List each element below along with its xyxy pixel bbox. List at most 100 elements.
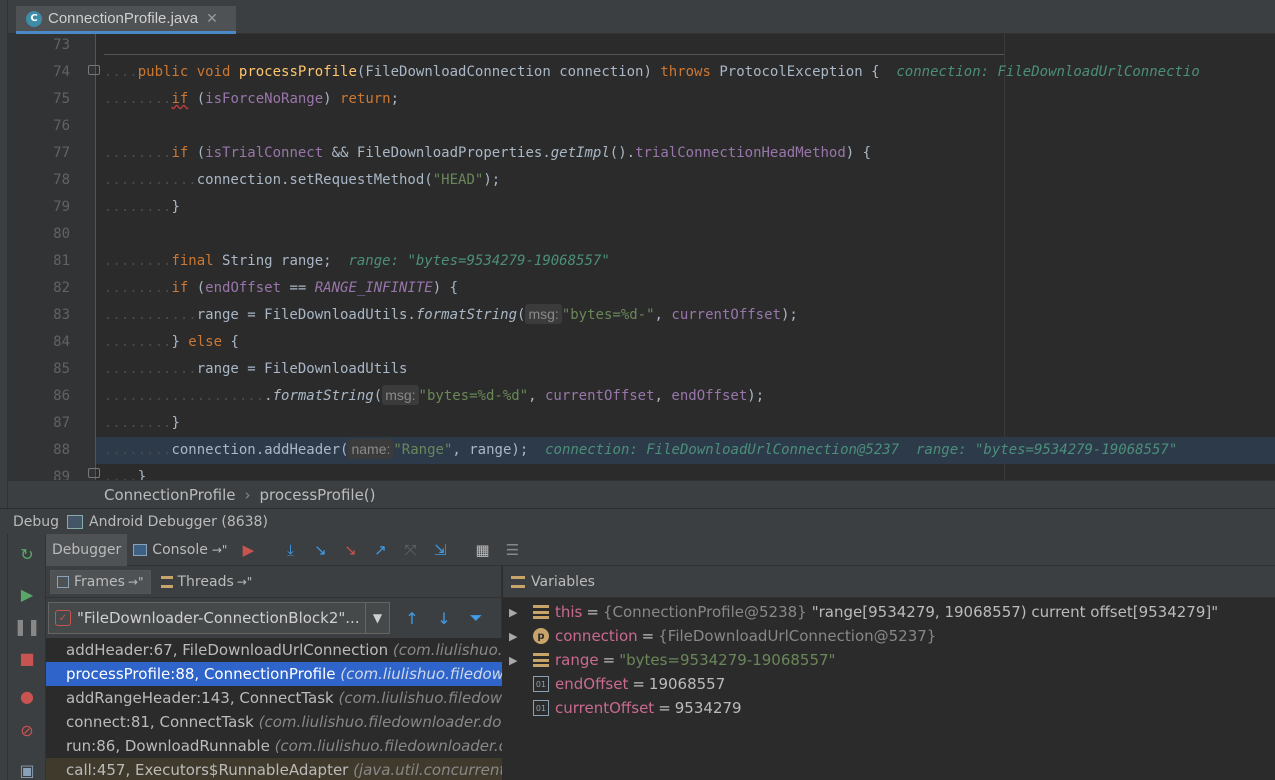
code-line-77: ........if (isTrialConnect && FileDownlo… xyxy=(104,145,872,161)
variables-title: Variables xyxy=(531,573,595,590)
variable-row-this[interactable]: ▶ this = {ConnectionProfile@5238} "range… xyxy=(503,600,1275,624)
code-line-85: ...........range = FileDownloadUtils xyxy=(104,361,408,377)
frames-icon xyxy=(57,575,69,588)
console-icon xyxy=(133,543,148,556)
step-out-icon[interactable]: ↗ xyxy=(369,539,391,561)
object-icon xyxy=(533,653,549,667)
get-thread-dump-icon[interactable]: ▣ xyxy=(17,760,37,780)
frame-package: (java.util.concurrent) xyxy=(353,761,502,779)
frame-row-selected[interactable]: processProfile:88, ConnectionProfile (co… xyxy=(46,662,502,686)
tab-pin-icon: →" xyxy=(127,574,144,589)
debug-actions-toolbar: ↻ ▶ ❚❚ ■ ● ⊘ ▣ xyxy=(8,534,46,780)
thread-selector-row: ✓ "FileDownloader-ConnectionBlock2"... ▼… xyxy=(46,600,502,636)
variables-icon xyxy=(511,575,525,588)
frame-row[interactable]: addHeader:67, FileDownloadUrlConnection … xyxy=(46,638,502,662)
debugger-tabs-toolbar: Debugger Console →" ▶ ⤓ ↘ ↘ ↗ ⤧ ⇲ ▦ ☰ xyxy=(46,533,1275,566)
rerun-icon[interactable]: ↻ xyxy=(17,544,37,564)
show-execution-point-icon[interactable]: ▶ xyxy=(237,539,259,561)
variable-row-currentoffset[interactable]: 01 currentOffset = 9534279 xyxy=(503,696,1275,720)
breadcrumb-separator-icon: › xyxy=(244,485,251,504)
frame-method: processProfile:88, ConnectionProfile xyxy=(66,665,336,683)
line-number: 80 xyxy=(53,226,70,242)
mute-breakpoints-icon[interactable]: ⊘ xyxy=(17,720,37,740)
thread-dropdown[interactable]: ✓ "FileDownloader-ConnectionBlock2"... ▼ xyxy=(48,602,390,634)
ide-window: C ConnectionProfile.java ✕ 73 74 75 76 7… xyxy=(0,0,1275,780)
param-hint: name: xyxy=(348,439,394,459)
arrow-down-icon[interactable]: ↓ xyxy=(432,606,456,630)
threads-icon xyxy=(160,575,173,588)
tab-pin-icon: →" xyxy=(236,574,253,589)
close-icon[interactable]: ✕ xyxy=(206,11,218,27)
inline-debug-value: connection: FileDownloadUrlConnectio xyxy=(896,64,1200,80)
frame-row[interactable]: run:86, DownloadRunnable (com.liulishuo.… xyxy=(46,734,502,758)
variable-row-endoffset[interactable]: 01 endOffset = 19068557 xyxy=(503,672,1275,696)
code-line-79: ........} xyxy=(104,199,180,215)
code-line-83: ...........range = FileDownloadUtils.for… xyxy=(104,304,798,324)
editor-tab-bar: C ConnectionProfile.java ✕ xyxy=(8,0,1275,34)
chevron-down-icon[interactable]: ▼ xyxy=(365,603,389,633)
frame-row[interactable]: addRangeHeader:143, ConnectTask (com.liu… xyxy=(46,686,502,710)
frame-package: (com.liulishuo.fi xyxy=(392,641,502,659)
variable-type: {ConnectionProfile@5238} xyxy=(602,603,807,621)
code-line-84: ........} else { xyxy=(104,334,239,350)
method-separator xyxy=(104,54,1004,55)
debug-config-tab[interactable]: Android Debugger (8638) xyxy=(89,514,268,530)
variable-name: currentOffset xyxy=(555,699,655,717)
object-icon xyxy=(533,605,549,619)
tab-label: ConnectionProfile.java xyxy=(48,10,199,27)
arrow-up-icon[interactable]: ↑ xyxy=(400,606,424,630)
android-debugger-icon xyxy=(67,514,84,529)
step-into-icon[interactable]: ↘ xyxy=(309,539,331,561)
variable-row-range[interactable]: ▶ range = "bytes=9534279-19068557" xyxy=(503,648,1275,672)
variable-name: this xyxy=(555,603,583,621)
variable-type: {FileDownloadUrlConnection@5237} xyxy=(658,627,937,645)
code-line-89: ....} xyxy=(104,469,147,480)
pause-icon[interactable]: ❚❚ xyxy=(14,616,41,636)
frame-row[interactable]: connect:81, ConnectTask (com.liulishuo.f… xyxy=(46,710,502,734)
stop-icon[interactable]: ■ xyxy=(17,648,37,668)
debug-tool-header: Debug Android Debugger (8638) xyxy=(0,508,1275,534)
debug-label: Debug xyxy=(13,513,60,530)
run-to-cursor-icon[interactable]: ⇲ xyxy=(429,539,451,561)
filter-icon[interactable]: ⏷ xyxy=(464,606,488,630)
variable-value: 9534279 xyxy=(674,699,742,717)
tab-threads-label: Threads xyxy=(177,573,234,590)
resume-icon[interactable]: ▶ xyxy=(17,584,37,604)
tab-threads[interactable]: Threads →" xyxy=(155,570,259,594)
frames-panel: Frames →" Threads →" ✓ "FileDownloader-C… xyxy=(46,566,502,780)
variable-name: endOffset xyxy=(555,675,629,693)
code-editor[interactable]: 73 74 75 76 77 78 79 80 81 82 83 84 85 8… xyxy=(8,34,1275,480)
code-line-82: ........if (endOffset == RANGE_INFINITE)… xyxy=(104,280,459,296)
drop-frame-icon[interactable]: ⤧ xyxy=(399,539,421,561)
variable-row-connection[interactable]: ▶ p connection = {FileDownloadUrlConnect… xyxy=(503,624,1275,648)
tab-debugger[interactable]: Debugger xyxy=(46,533,128,566)
step-over-icon[interactable]: ⤓ xyxy=(279,539,301,561)
tab-console-label: Console xyxy=(152,541,208,558)
param-hint: msg: xyxy=(525,304,562,324)
breadcrumb-method[interactable]: processProfile() xyxy=(260,486,376,504)
code-line-78: ...........connection.setRequestMethod("… xyxy=(104,172,501,188)
evaluate-expression-icon[interactable]: ▦ xyxy=(471,539,493,561)
expand-arrow-icon[interactable]: ▶ xyxy=(509,654,523,667)
frame-package: (com.liulishuo.filedown xyxy=(338,689,502,707)
breadcrumb-class[interactable]: ConnectionProfile xyxy=(104,486,236,504)
frame-package: (com.liulishuo.filedownloader.dow xyxy=(258,713,502,731)
line-number: 88 xyxy=(53,442,70,458)
view-breakpoints-icon[interactable]: ● xyxy=(17,686,37,706)
trace-icon[interactable]: ☰ xyxy=(501,539,523,561)
frame-method: addRangeHeader:143, ConnectTask xyxy=(66,689,334,707)
tab-frames-label: Frames xyxy=(74,573,125,590)
tab-console[interactable]: Console →" xyxy=(127,534,233,566)
thread-name: "FileDownloader-ConnectionBlock2"... xyxy=(77,609,360,627)
frame-package: (com.liulishuo.filedownloader.do xyxy=(274,737,502,755)
tab-frames[interactable]: Frames →" xyxy=(50,569,151,594)
expand-arrow-icon[interactable]: ▶ xyxy=(509,606,523,619)
parameter-icon: p xyxy=(533,628,549,644)
code-line-81: ........final String range; range: "byte… xyxy=(104,253,610,269)
tab-connectionprofile[interactable]: C ConnectionProfile.java ✕ xyxy=(16,6,236,34)
frames-list: addHeader:67, FileDownloadUrlConnection … xyxy=(46,638,502,780)
frame-row-library[interactable]: call:457, Executors$RunnableAdapter (jav… xyxy=(46,758,502,780)
variable-value: 19068557 xyxy=(648,675,726,693)
expand-arrow-icon[interactable]: ▶ xyxy=(509,630,523,643)
force-step-into-icon[interactable]: ↘ xyxy=(339,539,361,561)
